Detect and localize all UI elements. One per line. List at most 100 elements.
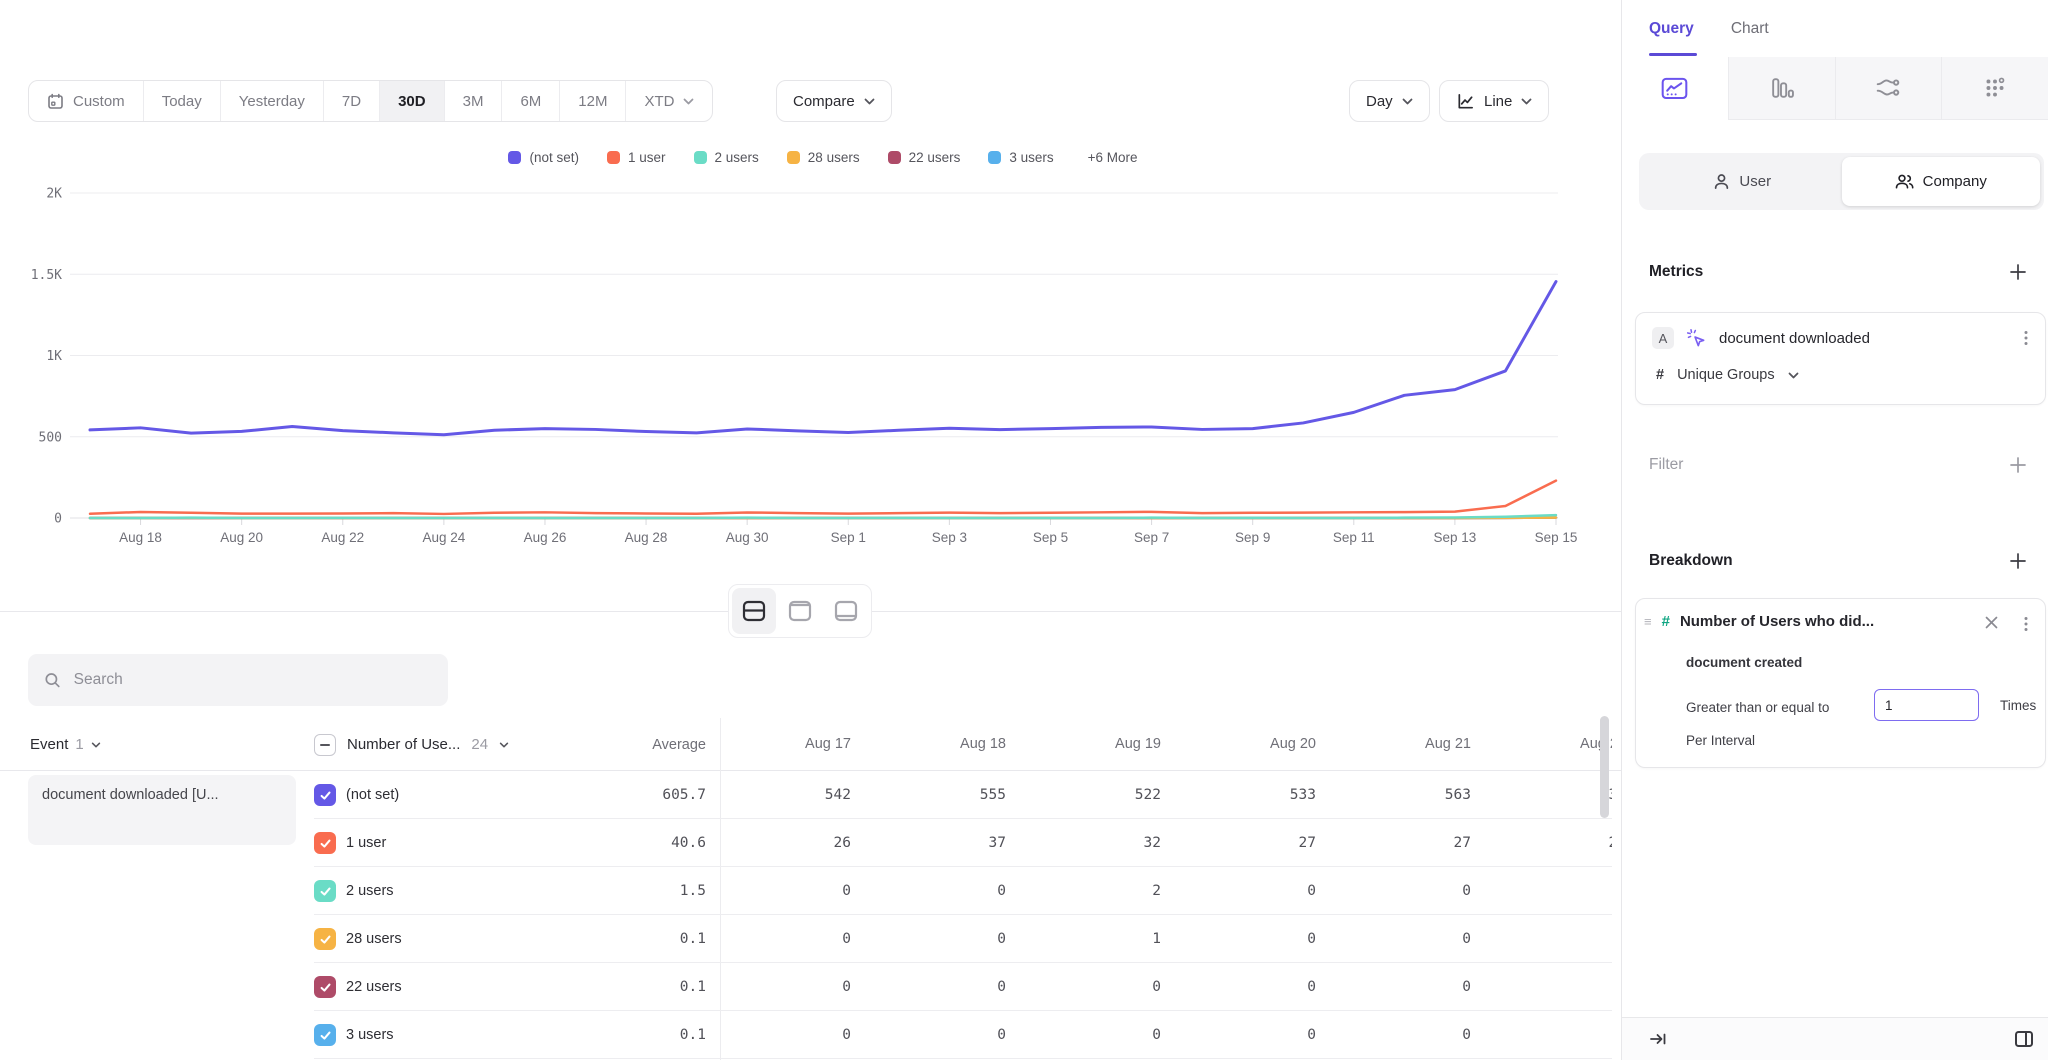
range-button-3m[interactable]: 3M bbox=[444, 81, 502, 121]
charttype-segmentation-tab[interactable] bbox=[1622, 57, 1728, 120]
main-area: CustomTodayYesterday7D30D3M6M12MXTD Comp… bbox=[0, 0, 1621, 1060]
date-column-header[interactable]: Aug 19 bbox=[1030, 718, 1185, 770]
series-line-2-users[interactable] bbox=[90, 515, 1556, 518]
table-only-view-button[interactable] bbox=[824, 588, 868, 634]
table-cell: 37 bbox=[875, 819, 1030, 867]
metric-card-title-row: A document downloaded bbox=[1652, 327, 1870, 349]
add-metric-button[interactable] bbox=[2008, 262, 2028, 282]
per-interval-label[interactable]: Per Interval bbox=[1686, 733, 1755, 748]
date-column-header[interactable]: Aug 21 bbox=[1340, 718, 1495, 770]
row-checkbox[interactable] bbox=[314, 832, 336, 854]
range-button-xtd[interactable]: XTD bbox=[625, 81, 712, 121]
range-button-today[interactable]: Today bbox=[143, 81, 220, 121]
table-cell: 0 bbox=[1340, 867, 1495, 915]
chart-type-label: Line bbox=[1484, 93, 1512, 110]
range-button-30d[interactable]: 30D bbox=[379, 81, 444, 121]
table-cell: 555 bbox=[875, 771, 1030, 819]
average-column-header[interactable]: Average bbox=[560, 718, 706, 771]
row-checkbox[interactable] bbox=[314, 880, 336, 902]
x-axis-tick-label: Aug 20 bbox=[220, 530, 263, 545]
search-box[interactable] bbox=[28, 654, 448, 706]
scope-toggle: User Company bbox=[1639, 153, 2044, 210]
compare-button[interactable]: Compare bbox=[776, 80, 892, 122]
interval-label: Day bbox=[1366, 93, 1393, 110]
row-average: 0.1 bbox=[560, 915, 706, 963]
select-all-checkbox[interactable] bbox=[314, 734, 336, 756]
tab-query[interactable]: Query bbox=[1649, 20, 1694, 38]
breakdown-condition-label[interactable]: Greater than or equal to bbox=[1686, 693, 1829, 723]
table-cell: 27 bbox=[1185, 819, 1340, 867]
table-vertical-scrollbar[interactable] bbox=[1600, 716, 1609, 818]
add-breakdown-button[interactable] bbox=[2008, 551, 2028, 571]
collapse-panel-button[interactable] bbox=[1649, 1031, 1667, 1047]
metrics-section-header: Metrics bbox=[1649, 262, 2028, 282]
chart-type-dropdown[interactable]: Line bbox=[1439, 80, 1549, 122]
table-cell: 563 bbox=[1340, 771, 1495, 819]
row-checkbox[interactable] bbox=[314, 1024, 336, 1046]
remove-breakdown-button[interactable] bbox=[1984, 615, 1999, 630]
check-icon bbox=[319, 1029, 332, 1042]
filter-section-header: Filter bbox=[1649, 455, 2028, 475]
range-button-6m[interactable]: 6M bbox=[501, 81, 559, 121]
range-button-12m[interactable]: 12M bbox=[559, 81, 625, 121]
series-line--not-set-[interactable] bbox=[90, 282, 1556, 435]
date-columns-clip: Aug 17Aug 18Aug 19Aug 20Aug 21Aug 22 bbox=[720, 718, 1612, 770]
times-value-input[interactable] bbox=[1874, 689, 1979, 721]
charttype-matrix-tab[interactable] bbox=[1941, 57, 2048, 120]
table-cell: 0 bbox=[720, 867, 875, 915]
range-button-yesterday[interactable]: Yesterday bbox=[220, 81, 323, 121]
metric-kebab-menu[interactable] bbox=[2019, 329, 2033, 347]
row-checkbox[interactable] bbox=[314, 928, 336, 950]
event-header-label: Event bbox=[30, 736, 68, 753]
range-button-7d[interactable]: 7D bbox=[323, 81, 379, 121]
metric-card[interactable]: A document downloaded # Unique Groups bbox=[1635, 312, 2046, 405]
table-only-view-icon bbox=[834, 600, 858, 622]
hash-icon: # bbox=[1656, 367, 1664, 383]
chart-only-view-button[interactable] bbox=[778, 588, 822, 634]
split-view-button[interactable] bbox=[732, 588, 776, 634]
table-row: 2 users1.5002001 bbox=[0, 867, 1621, 915]
active-tab-underline bbox=[1649, 53, 1697, 56]
range-button-custom[interactable]: Custom bbox=[29, 81, 143, 121]
row-divider bbox=[314, 1058, 1612, 1059]
x-axis-tick-label: Aug 24 bbox=[422, 530, 465, 545]
group-column-header[interactable]: Number of Use... 24 bbox=[314, 718, 509, 771]
series-line-1-user[interactable] bbox=[90, 481, 1556, 514]
x-axis-tick-label: Sep 7 bbox=[1134, 530, 1169, 545]
times-unit-label: Times bbox=[2000, 693, 2036, 719]
scope-company-segment[interactable]: Company bbox=[1842, 157, 2041, 206]
date-column-header[interactable]: Aug 18 bbox=[875, 718, 1030, 770]
row-label: 3 users bbox=[346, 1011, 394, 1059]
breakdown-card[interactable]: ≡ # Number of Users who did... document … bbox=[1635, 598, 2046, 768]
aggregation-selector[interactable]: # Unique Groups bbox=[1656, 367, 1799, 383]
table-cell: 533 bbox=[1185, 771, 1340, 819]
row-checkbox[interactable] bbox=[314, 784, 336, 806]
filter-heading: Filter bbox=[1649, 456, 1683, 474]
chart-only-view-icon bbox=[788, 600, 812, 622]
event-count: 1 bbox=[75, 736, 83, 753]
aggregation-label: Unique Groups bbox=[1677, 367, 1775, 383]
interval-dropdown[interactable]: Day bbox=[1349, 80, 1430, 122]
charttype-flow-tab[interactable] bbox=[1835, 57, 1942, 120]
chevron-down-icon bbox=[91, 742, 101, 748]
panel-layout-button[interactable] bbox=[2014, 1030, 2034, 1048]
date-column-header[interactable]: Aug 17 bbox=[720, 718, 875, 770]
scope-user-segment[interactable]: User bbox=[1643, 157, 1842, 206]
tab-chart[interactable]: Chart bbox=[1731, 20, 1769, 38]
date-column-header[interactable]: Aug 22 bbox=[1495, 718, 1612, 770]
check-icon bbox=[319, 789, 332, 802]
date-column-header[interactable]: Aug 20 bbox=[1185, 718, 1340, 770]
row-checkbox[interactable] bbox=[314, 976, 336, 998]
search-icon bbox=[44, 671, 61, 689]
table-row: 3 users0.1000000 bbox=[0, 1011, 1621, 1059]
breakdown-kebab-menu[interactable] bbox=[2019, 615, 2033, 633]
event-column-header[interactable]: Event 1 bbox=[30, 718, 101, 771]
drag-handle-icon[interactable]: ≡ bbox=[1644, 617, 1652, 626]
table-cell: 0 bbox=[720, 915, 875, 963]
charttype-bar-tab[interactable] bbox=[1728, 57, 1835, 120]
add-filter-button[interactable] bbox=[2008, 455, 2028, 475]
x-axis-tick-label: Sep 15 bbox=[1535, 530, 1578, 545]
table-row: 28 users0.1001000 bbox=[0, 915, 1621, 963]
line-chart[interactable]: 05001K1.5K2KAug 18Aug 20Aug 22Aug 24Aug … bbox=[0, 130, 1621, 550]
search-input[interactable] bbox=[74, 671, 432, 689]
